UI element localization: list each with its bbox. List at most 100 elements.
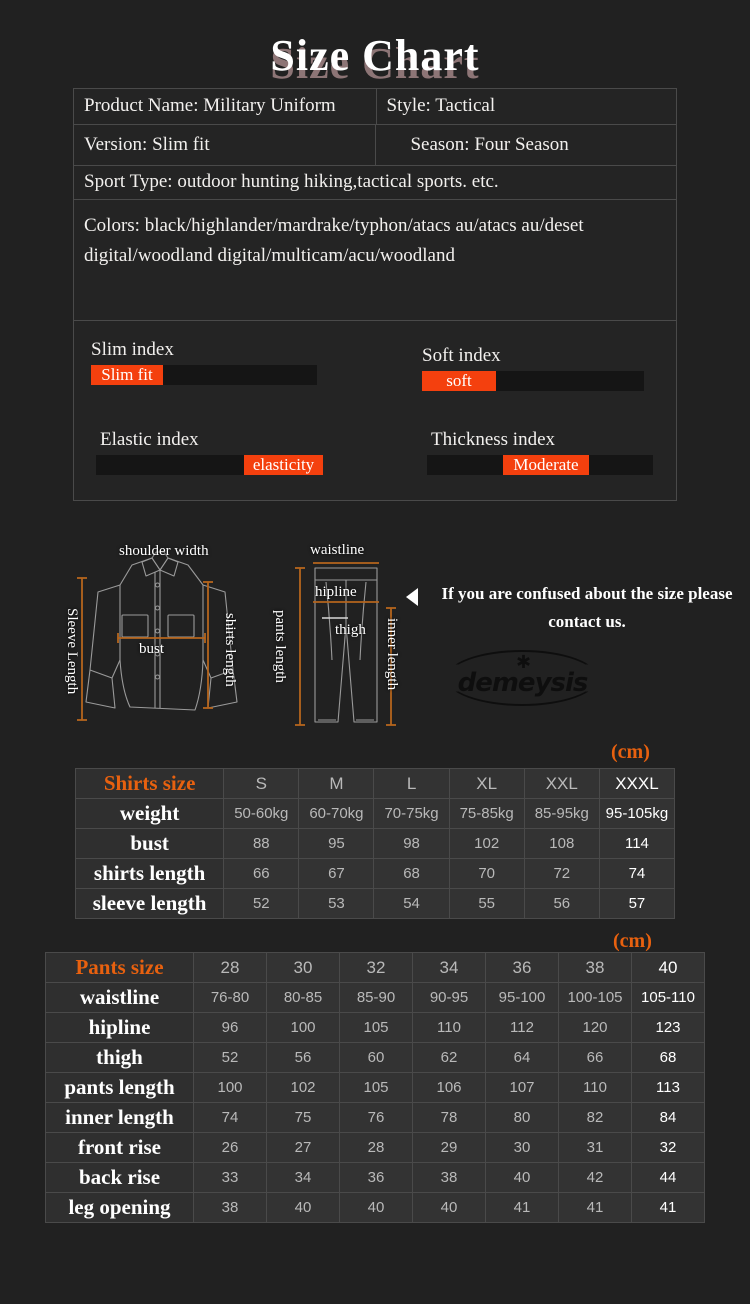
table-cell: 113 <box>631 1072 705 1103</box>
table-cell: 112 <box>485 1012 559 1043</box>
shirts-size-table: Shirts size S M L XL XXL XXXL weight 50-60kg 60-7… <box>74 768 676 919</box>
index-meters: Slim index Slim fit Soft index soft Elas… <box>74 321 677 501</box>
elastic-index: Elastic index elasticity <box>96 429 323 475</box>
row-header-cell: hipline <box>45 1012 194 1043</box>
table-cell: 60 <box>339 1042 413 1073</box>
table-cell: 75 <box>266 1102 340 1133</box>
table-cell: 80-85 <box>266 982 340 1013</box>
row-header-cell: back rise <box>45 1162 194 1193</box>
table-cell: 88 <box>223 828 300 859</box>
table-title-cell: Shirts size <box>74 768 225 799</box>
column-header-XL: XL <box>448 768 525 799</box>
table-cell: 85-95kg <box>523 798 600 829</box>
column-header-S: S <box>223 768 300 799</box>
table-row: sleeve length 52 53 54 55 56 57 <box>74 888 676 919</box>
table-row: hipline 96 100 105 110 112 120 123 <box>45 1012 705 1043</box>
table-row: bust 88 95 98 102 108 114 <box>74 828 676 859</box>
info-row-name-style: Product Name: Military Uniform Style: Ta… <box>74 89 676 125</box>
label-hipline: hipline <box>315 584 357 600</box>
table-cell: 67 <box>298 858 375 889</box>
table-cell: 33 <box>193 1162 267 1193</box>
thickness-index-chip: Moderate <box>503 455 589 475</box>
thickness-index-track: Moderate <box>427 455 653 475</box>
table-cell: 68 <box>373 858 450 889</box>
table-cell: 90-95 <box>412 982 486 1013</box>
table-cell: 70-75kg <box>373 798 450 829</box>
table-cell: 72 <box>523 858 600 889</box>
table-header-row: Pants size 28 30 32 34 36 38 40 <box>45 952 705 983</box>
table-cell: 64 <box>485 1042 559 1073</box>
table-row: pants length 100 102 105 106 107 110 113 <box>45 1072 705 1103</box>
table-cell: 123 <box>631 1012 705 1043</box>
soft-index-chip: soft <box>422 371 496 391</box>
table-cell: 42 <box>558 1162 632 1193</box>
table-cell: 40 <box>485 1162 559 1193</box>
table-cell: 41 <box>558 1192 632 1223</box>
table-row: thigh 52 56 60 62 64 66 68 <box>45 1042 705 1073</box>
pants-unit-label: (cm) <box>613 930 652 952</box>
table-cell: 106 <box>412 1072 486 1103</box>
table-cell: 95-100 <box>485 982 559 1013</box>
table-cell: 40 <box>412 1192 486 1223</box>
row-header-cell: leg opening <box>45 1192 194 1223</box>
table-cell: 95 <box>298 828 375 859</box>
label-pants-length: pants length <box>272 610 288 683</box>
table-row: front rise 26 27 28 29 30 31 32 <box>45 1132 705 1163</box>
sport-type-cell: Sport Type: outdoor hunting hiking,tacti… <box>84 171 499 192</box>
table-row: back rise 33 34 36 38 40 42 44 <box>45 1162 705 1193</box>
table-cell: 31 <box>558 1132 632 1163</box>
table-cell: 34 <box>266 1162 340 1193</box>
column-header-M: M <box>298 768 375 799</box>
measurement-diagram: shoulder width Sleeve Length bust shirts… <box>0 530 750 735</box>
table-cell: 107 <box>485 1072 559 1103</box>
pants-size-table: Pants size 28 30 32 34 36 38 40 waistline 76-80 80… <box>45 952 705 1223</box>
table-cell: 82 <box>558 1102 632 1133</box>
table-cell: 60-70kg <box>298 798 375 829</box>
brand-watermark: ✱ demeysis <box>440 648 605 708</box>
season-cell: Season: Four Season <box>410 133 569 155</box>
column-header-32: 32 <box>339 952 413 983</box>
row-header-cell: shirts length <box>74 858 225 889</box>
table-cell: 41 <box>485 1192 559 1223</box>
thickness-index: Thickness index Moderate <box>427 429 653 475</box>
slim-index-chip: Slim fit <box>91 365 163 385</box>
label-sleeve-length: Sleeve Length <box>64 608 80 695</box>
table-header-row: Shirts size S M L XL XXL XXXL <box>74 768 676 799</box>
page-title-text: Size Chart <box>270 31 480 80</box>
row-header-cell: thigh <box>45 1042 194 1073</box>
row-header-cell: waistline <box>45 982 194 1013</box>
table-cell: 30 <box>485 1132 559 1163</box>
table-cell: 100 <box>266 1012 340 1043</box>
soft-index-label: Soft index <box>422 345 501 366</box>
page-title: Size Chart Size Chart <box>0 28 750 90</box>
table-cell: 36 <box>339 1162 413 1193</box>
table-cell: 76-80 <box>193 982 267 1013</box>
colors-cell: Colors: black/highlander/mardrake/typhon… <box>84 215 584 266</box>
table-cell: 66 <box>558 1042 632 1073</box>
table-cell: 38 <box>193 1192 267 1223</box>
table-cell: 78 <box>412 1102 486 1133</box>
product-info-box: Product Name: Military Uniform Style: Ta… <box>73 88 677 501</box>
table-cell: 54 <box>373 888 450 919</box>
elastic-index-track: elasticity <box>96 455 323 475</box>
table-cell: 105 <box>339 1012 413 1043</box>
table-cell: 76 <box>339 1102 413 1133</box>
table-cell: 32 <box>631 1132 705 1163</box>
column-header-L: L <box>373 768 450 799</box>
label-bust: bust <box>139 641 165 657</box>
table-row: weight 50-60kg 60-70kg 70-75kg 75-85kg 85-95k… <box>74 798 676 829</box>
table-cell: 85-90 <box>339 982 413 1013</box>
table-cell: 110 <box>558 1072 632 1103</box>
soft-index-track: soft <box>422 371 644 391</box>
elastic-index-label: Elastic index <box>100 429 199 450</box>
table-cell: 95-105kg <box>598 798 676 829</box>
table-cell: 26 <box>193 1132 267 1163</box>
table-cell: 100 <box>193 1072 267 1103</box>
table-cell: 52 <box>223 888 300 919</box>
table-cell: 53 <box>298 888 375 919</box>
size-chart-page: Size Chart Size Chart Product Name: Mili… <box>0 0 750 1304</box>
table-cell: 56 <box>523 888 600 919</box>
slim-index-track: Slim fit <box>91 365 317 385</box>
label-shoulder-width: shoulder width <box>119 543 209 559</box>
contact-note: If you are confused about the size pleas… <box>441 584 733 631</box>
